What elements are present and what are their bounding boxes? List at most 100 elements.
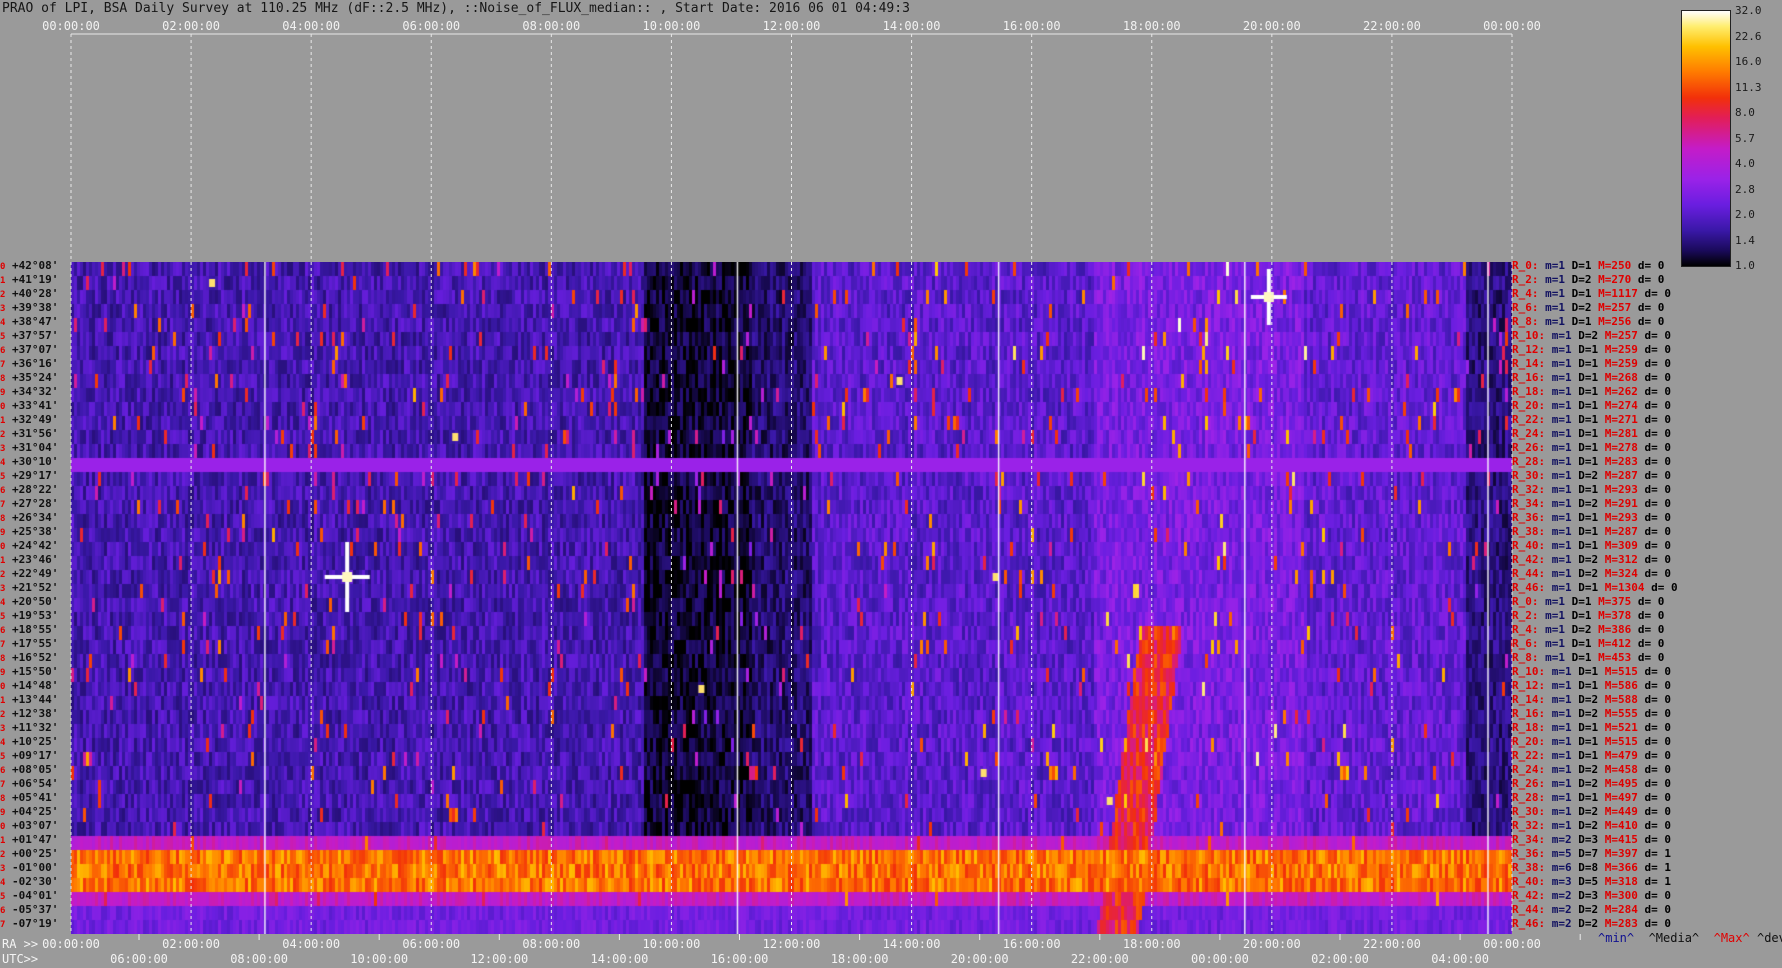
- ray-median: D=1: [1571, 749, 1599, 762]
- chart-title: PRAO of LPI, BSA Daily Survey at 110.25 …: [2, 1, 910, 16]
- declination-label: 5 +19°53': [0, 609, 58, 624]
- ray-median: D=1: [1571, 413, 1599, 426]
- ray-min: m=1: [1545, 525, 1572, 538]
- ray-max: M=293: [1598, 483, 1638, 496]
- declination-value: +39°38': [5, 301, 59, 314]
- declination-label: 5 -04°01': [0, 889, 58, 904]
- ray-max: M=386: [1591, 623, 1632, 636]
- ray-min: m=1: [1538, 651, 1565, 664]
- ray-stat-row: R_36: m=5 D=7 M=397 d= 1: [1512, 847, 1671, 861]
- top-tick-label: 20:00:00: [1242, 19, 1301, 33]
- ray-max: M=318: [1598, 875, 1638, 888]
- declination-label: 5 +29°17': [0, 469, 58, 484]
- ray-stat-row: R_44: m=2 D=2 M=284 d= 0: [1512, 903, 1671, 917]
- ray-devia: d= 0: [1631, 623, 1665, 636]
- declination-label: 3 +31°04': [0, 441, 58, 456]
- ray-id: R_20:: [1512, 399, 1546, 412]
- ray-max: M=588: [1598, 693, 1638, 706]
- ray-devia: d= 0: [1637, 833, 1671, 846]
- ray-id: R_44:: [1512, 903, 1546, 916]
- ray-max: M=412: [1591, 637, 1632, 650]
- ray-devia: d= 0: [1637, 679, 1671, 692]
- ray-median: D=1: [1565, 637, 1592, 650]
- ray-max: M=287: [1598, 469, 1638, 482]
- ray-median: D=2: [1571, 329, 1599, 342]
- ray-id: R_28:: [1512, 791, 1546, 804]
- declination-label: 7 +36°16': [0, 357, 58, 372]
- ray-min: m=1: [1545, 511, 1572, 524]
- ray-id: R_46:: [1512, 917, 1546, 930]
- utc-tick-label: 18:00:00: [830, 952, 889, 966]
- ray-min: m=2: [1545, 833, 1572, 846]
- ray-devia: d= 0: [1637, 469, 1671, 482]
- utc-tick-label: 08:00:00: [230, 952, 288, 966]
- ray-devia: d= 0: [1637, 427, 1671, 440]
- ray-min: m=1: [1545, 819, 1572, 832]
- ray-id: R_18:: [1512, 721, 1546, 734]
- declination-value: +20°50': [5, 595, 59, 608]
- ray-devia: d= 1: [1637, 847, 1671, 860]
- stats-legend: ^min^ ^Media^ ^Max^ ^devia^: [1598, 931, 1782, 945]
- legend-median: ^Media^: [1648, 931, 1700, 945]
- ray-stat-row: R_0: m=1 D=1 M=250 d= 0: [1512, 259, 1664, 273]
- ray-stat-row: R_6: m=1 D=2 M=257 d= 0: [1512, 301, 1664, 315]
- ray-stat-row: R_12: m=1 D=1 M=259 d= 0: [1512, 343, 1671, 357]
- ray-devia: d= 0: [1631, 651, 1665, 664]
- ray-stat-row: R_32: m=1 D=2 M=410 d= 0: [1512, 819, 1671, 833]
- declination-value: +24°42': [5, 539, 59, 552]
- ray-min: m=1: [1545, 553, 1572, 566]
- ray-min: m=1: [1545, 343, 1572, 356]
- declination-label: 4 +10°25': [0, 735, 58, 750]
- declination-value: -05°37': [5, 903, 59, 916]
- declination-label: 4 +20°50': [0, 595, 58, 610]
- ray-devia: d= 0: [1637, 721, 1671, 734]
- ray-devia: d= 0: [1637, 693, 1671, 706]
- ray-min: m=1: [1545, 721, 1572, 734]
- ray-id: R_4:: [1512, 287, 1539, 300]
- declination-label: 1 +23°46': [0, 553, 58, 568]
- ray-stat-row: R_6: m=1 D=1 M=412 d= 0: [1512, 637, 1664, 651]
- ray-min: m=1: [1545, 679, 1572, 692]
- ray-max: M=278: [1598, 441, 1638, 454]
- ray-devia: d= 0: [1637, 399, 1671, 412]
- ray-max: M=291: [1598, 497, 1638, 510]
- utc-tick-label: 20:00:00: [950, 952, 1009, 966]
- ray-devia: d= 0: [1637, 791, 1671, 804]
- declination-label: 7 +06°54': [0, 777, 58, 792]
- colorbar-label: 5.7: [1735, 131, 1755, 145]
- declination-value: +13°44': [5, 693, 59, 706]
- ray-median: D=1: [1571, 581, 1599, 594]
- ray-max: M=1117: [1591, 287, 1638, 300]
- ray-id: R_6:: [1512, 637, 1539, 650]
- utc-prefix: UTC>>: [2, 952, 39, 966]
- ray-median: D=1: [1571, 679, 1599, 692]
- ray-max: M=312: [1598, 553, 1638, 566]
- ray-stat-row: R_4: m=1 D=2 M=386 d= 0: [1512, 623, 1664, 637]
- utc-tick-label: 06:00:00: [110, 952, 168, 966]
- ray-min: m=2: [1545, 903, 1572, 916]
- ray-max: M=259: [1598, 343, 1638, 356]
- ray-id: R_30:: [1512, 469, 1546, 482]
- ray-devia: d= 0: [1637, 441, 1671, 454]
- ray-stat-row: R_12: m=1 D=1 M=586 d= 0: [1512, 679, 1671, 693]
- ray-id: R_20:: [1512, 735, 1546, 748]
- declination-value: -04°01': [5, 889, 59, 902]
- declination-value: +18°55': [5, 623, 59, 636]
- ray-id: R_42:: [1512, 553, 1546, 566]
- ray-median: D=3: [1571, 833, 1599, 846]
- ray-median: D=1: [1571, 511, 1599, 524]
- ray-devia: d= 0: [1637, 343, 1671, 356]
- ray-id: R_6:: [1512, 301, 1539, 314]
- ray-stat-row: R_34: m=2 D=3 M=415 d= 0: [1512, 833, 1671, 847]
- ray-max: M=515: [1598, 665, 1638, 678]
- ra-axis: RA >>: [2, 937, 38, 951]
- ray-max: M=274: [1598, 399, 1638, 412]
- declination-value: +28°22': [5, 483, 59, 496]
- ray-stat-row: R_32: m=1 D=1 M=293 d= 0: [1512, 483, 1671, 497]
- declination-value: +16°52': [5, 651, 59, 664]
- declination-label: 9 +34°32': [0, 385, 58, 400]
- top-tick-label: 14:00:00: [882, 19, 941, 33]
- ray-min: m=1: [1545, 385, 1572, 398]
- ray-median: D=1: [1571, 721, 1599, 734]
- ray-id: R_28:: [1512, 455, 1546, 468]
